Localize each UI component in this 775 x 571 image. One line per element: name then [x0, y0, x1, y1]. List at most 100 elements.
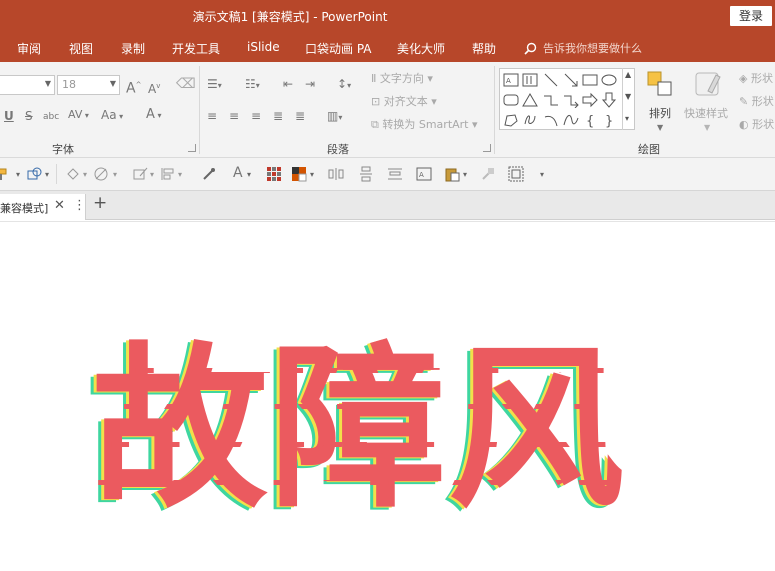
increase-indent-icon[interactable]: ⇥ [305, 76, 315, 92]
add-tab-icon[interactable]: + [93, 193, 107, 213]
theme-colors-icon[interactable] [291, 166, 307, 182]
line-spacing-icon[interactable]: ↕▾ [337, 76, 351, 94]
convert-smartart-button[interactable]: ⧉ 转换为 SmartArt ▾ [371, 116, 478, 132]
right-arrow-shape-icon[interactable] [582, 92, 598, 108]
shape-outline-button[interactable]: ✎ 形状 [739, 93, 774, 109]
arc-shape-icon[interactable] [543, 112, 559, 128]
left-brace-shape-icon[interactable]: { [582, 112, 598, 128]
strikethrough-button[interactable]: S [25, 108, 33, 124]
tab-review[interactable]: 审阅 [17, 40, 41, 57]
vertical-textbox-shape-icon[interactable] [522, 72, 538, 88]
paragraph-dialog-launcher-icon[interactable] [483, 144, 491, 152]
eyedropper-icon[interactable] [201, 166, 217, 182]
slide-canvas[interactable]: 故障风 故障风 故障风 故障风 故障风 故障风 故障风 [0, 221, 775, 571]
chevron-down-icon[interactable]: ▾ [83, 170, 87, 179]
bullets-icon[interactable]: ☰▾ [207, 76, 222, 94]
chevron-down-icon[interactable]: ▼ [625, 92, 631, 101]
grow-font-button[interactable]: A^ [126, 77, 141, 97]
arrange-icon[interactable] [646, 70, 674, 98]
tab-help[interactable]: 帮助 [472, 40, 496, 57]
arrange-button[interactable]: 排列 [649, 105, 671, 121]
chevron-down-icon[interactable]: ▾ [16, 170, 20, 179]
document-tab[interactable]: 兼容模式] ✕ ⋮ [0, 194, 86, 220]
text-direction-button[interactable]: Ⅱ 文字方向 ▾ [371, 70, 433, 86]
tab-beautify-master[interactable]: 美化大师 [397, 40, 445, 57]
text-color-icon[interactable]: A [233, 165, 243, 181]
align-right-icon[interactable]: ≡ [251, 108, 261, 124]
scribble-shape-icon[interactable] [522, 112, 538, 128]
font-name-combobox[interactable]: ▼ [0, 75, 55, 95]
right-brace-shape-icon[interactable]: } [601, 112, 617, 128]
font-dialog-launcher-icon[interactable] [188, 144, 196, 152]
chevron-down-icon[interactable]: ▾ [150, 170, 154, 179]
chevron-down-icon[interactable]: ▾ [113, 170, 117, 179]
glitch-title-text[interactable]: 故障风 故障风 故障风 故障风 故障风 故障风 故障风 [86, 330, 692, 533]
line-shape-icon[interactable] [543, 72, 559, 88]
shape-fill-button[interactable]: ◈ 形状 [739, 70, 773, 86]
character-spacing-button[interactable]: AV ▾ [68, 107, 89, 124]
curve-shape-icon[interactable] [563, 112, 579, 128]
numbering-icon[interactable]: ☷▾ [245, 76, 260, 94]
chevron-down-icon[interactable]: ▾ [178, 170, 182, 179]
distribute-vertical-icon[interactable] [358, 166, 374, 182]
paste-icon[interactable] [444, 166, 460, 182]
textbox-shape-icon[interactable]: A [503, 72, 519, 88]
login-button[interactable]: 登录 [730, 6, 772, 26]
align-objects-icon[interactable] [160, 166, 176, 182]
tab-view[interactable]: 视图 [69, 40, 93, 57]
gallery-expand-icon[interactable]: ▾ [625, 114, 629, 123]
tell-me-search[interactable]: 告诉我你想要做什么 [524, 40, 642, 56]
triangle-shape-icon[interactable] [522, 92, 538, 108]
elbow-arrow-shape-icon[interactable] [563, 92, 579, 108]
distribute-horizontal-icon[interactable] [328, 166, 344, 182]
edit-shape-icon[interactable] [132, 166, 148, 182]
change-case-button[interactable]: Aa ▾ [101, 107, 123, 125]
customize-toolbar-icon[interactable]: ▾ [540, 170, 544, 179]
pin-icon[interactable] [480, 166, 496, 182]
rectangle-shape-icon[interactable] [582, 72, 598, 88]
clear-formatting-icon[interactable]: ⌫ [176, 76, 196, 92]
shrink-font-button[interactable]: Av [148, 78, 160, 97]
freeform-shape-icon[interactable] [503, 112, 519, 128]
close-icon[interactable]: ✕ [54, 198, 65, 213]
rounded-rectangle-shape-icon[interactable] [503, 92, 519, 108]
quick-styles-button[interactable]: 快速样式 [684, 105, 728, 121]
tab-developer[interactable]: 开发工具 [172, 40, 220, 57]
group-objects-icon[interactable] [508, 166, 524, 182]
shapes-gallery[interactable]: A { } [499, 68, 635, 130]
format-painter-icon[interactable] [0, 166, 10, 182]
font-color-button[interactable]: A ▾ [146, 107, 161, 124]
quick-styles-icon[interactable] [694, 69, 724, 99]
text-shadow-button[interactable]: abc [43, 109, 59, 125]
elbow-connector-shape-icon[interactable] [543, 92, 559, 108]
columns-icon[interactable]: ▥▾ [327, 108, 342, 126]
chevron-down-icon[interactable]: ▾ [310, 170, 314, 179]
oval-shape-icon[interactable] [601, 72, 617, 88]
chevron-down-icon[interactable]: ▾ [463, 170, 467, 179]
align-text-button[interactable]: ⊡ 对齐文本 ▾ [371, 93, 437, 109]
chevron-down-icon[interactable]: ▾ [45, 170, 49, 179]
font-size-combobox[interactable]: 18 ▼ [57, 75, 120, 95]
align-center-icon[interactable]: ≡ [229, 108, 239, 124]
shape-swap-icon[interactable] [26, 166, 42, 182]
chevron-up-icon[interactable]: ▲ [625, 70, 631, 79]
more-icon[interactable]: ⋮ [73, 198, 86, 213]
distributed-icon[interactable]: ≣ [295, 108, 305, 124]
tab-pocket-animation[interactable]: 口袋动画 PA [305, 40, 372, 57]
down-arrow-shape-icon[interactable] [601, 92, 617, 108]
text-box-icon[interactable]: A [416, 166, 432, 182]
decrease-indent-icon[interactable]: ⇤ [283, 76, 293, 92]
chevron-down-icon[interactable]: ▾ [247, 170, 251, 179]
tab-record[interactable]: 录制 [121, 40, 145, 57]
shapes-gallery-scrollbar[interactable]: ▲ ▼ ▾ [622, 68, 635, 130]
shape-effects-button[interactable]: ◐ 形状 [739, 116, 774, 132]
align-center-objects-icon[interactable] [387, 166, 403, 182]
fill-color-icon[interactable] [65, 166, 81, 182]
justify-icon[interactable]: ≣ [273, 108, 283, 124]
arrow-line-shape-icon[interactable] [563, 72, 579, 88]
underline-button[interactable]: U [4, 108, 14, 124]
align-left-icon[interactable]: ≡ [207, 108, 217, 124]
color-grid-icon[interactable] [266, 166, 282, 182]
tab-islide[interactable]: iSlide [247, 40, 280, 54]
outline-color-icon[interactable] [93, 166, 109, 182]
